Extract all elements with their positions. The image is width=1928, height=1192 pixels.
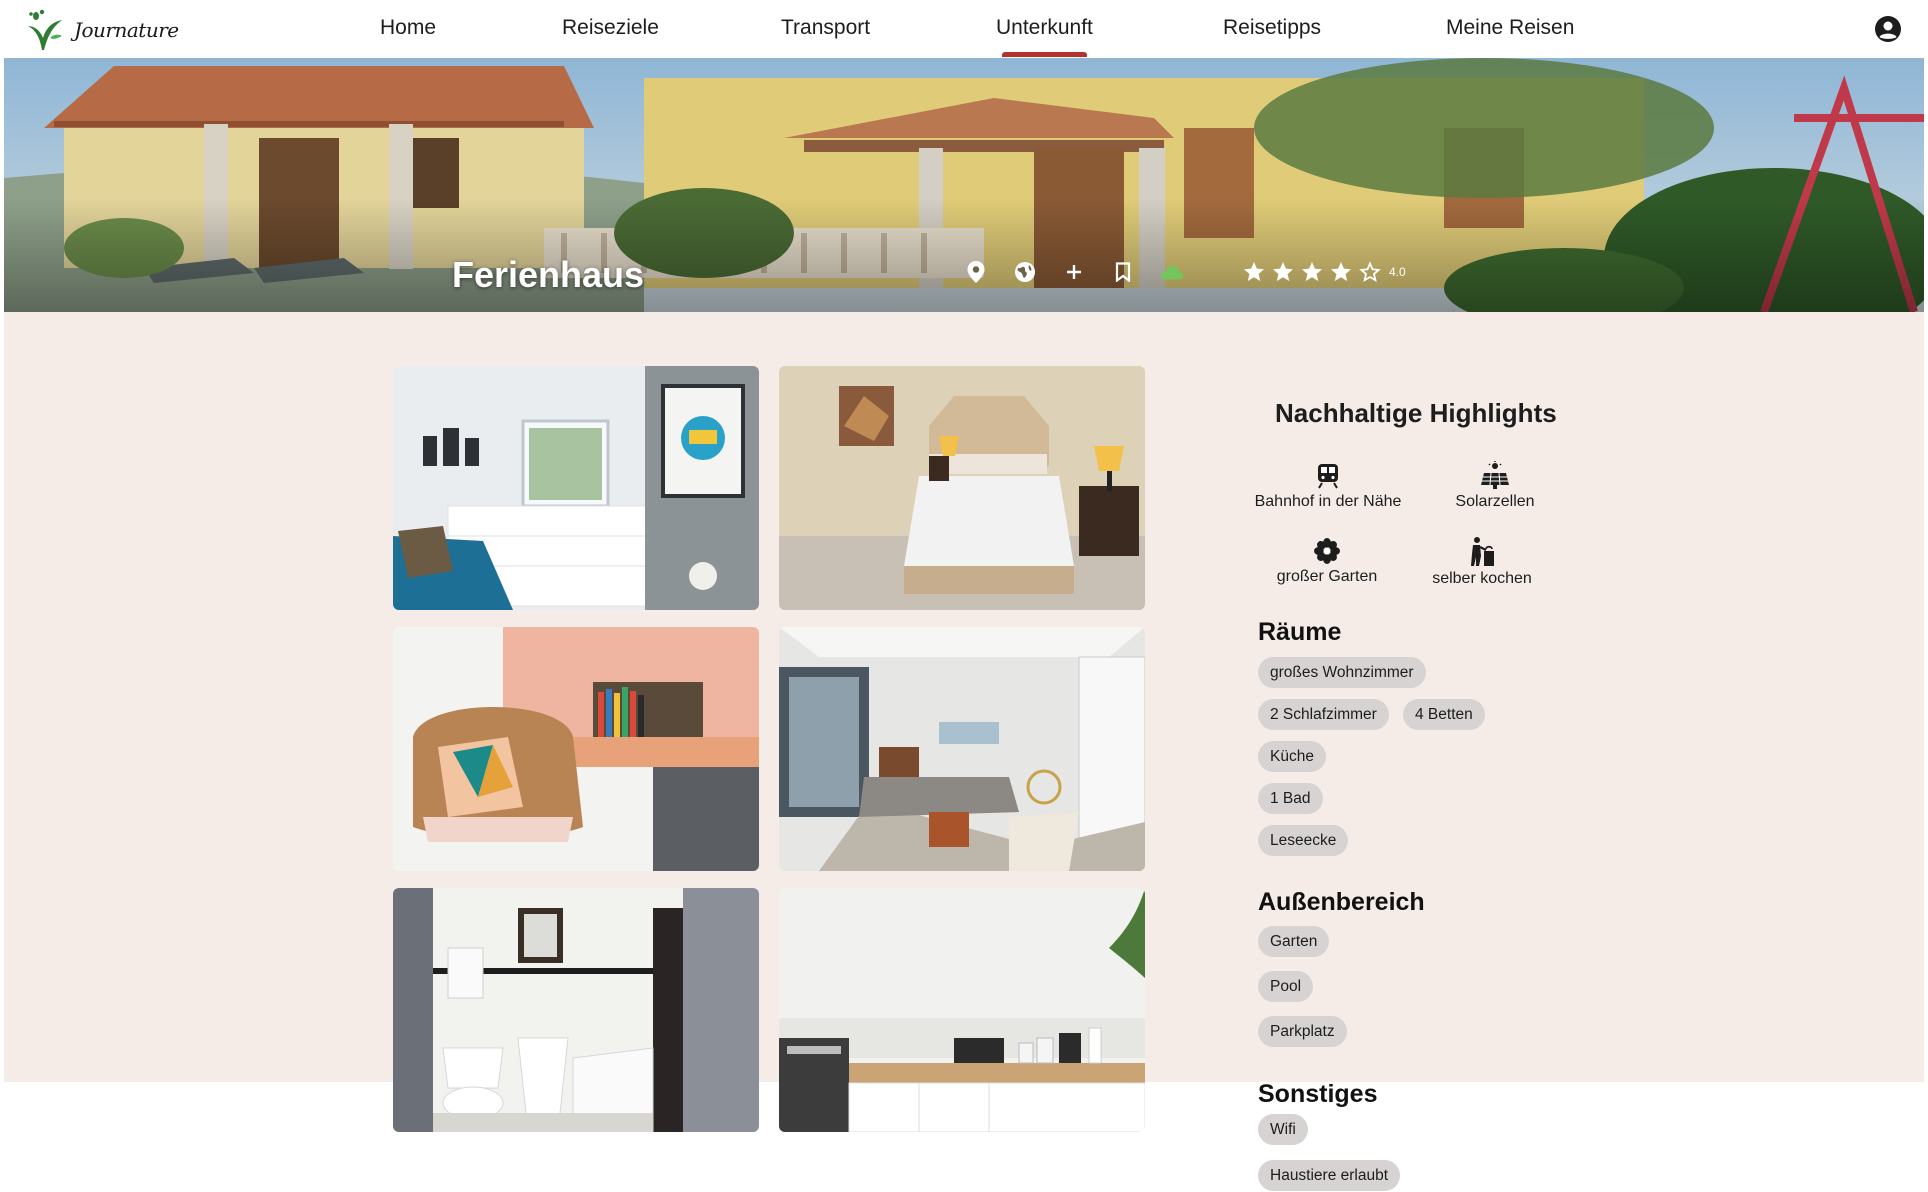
rooms-heading: Räume	[1258, 618, 1342, 646]
nav-meine-reisen[interactable]: Meine Reisen	[1446, 16, 1574, 40]
outdoor-tag[interactable]: Garten	[1258, 926, 1330, 957]
nav-reisetipps[interactable]: Reisetipps	[1223, 16, 1321, 40]
gallery-photo-bathroom[interactable]	[393, 888, 759, 1132]
rooms-tag[interactable]: 4 Betten	[1403, 699, 1485, 730]
rooms-tag[interactable]: Küche	[1258, 741, 1326, 772]
rooms-tag[interactable]: Leseecke	[1258, 825, 1349, 856]
page-title: Ferienhaus	[452, 254, 645, 295]
gallery-photo-living-room[interactable]	[779, 627, 1145, 871]
highlight-garden: großer Garten	[1247, 538, 1407, 586]
train-icon	[1318, 464, 1338, 489]
outdoor-tag[interactable]: Parkplatz	[1258, 1016, 1347, 1047]
rooms-tag[interactable]: großes Wohnzimmer	[1258, 657, 1426, 688]
plus-icon[interactable]	[1062, 260, 1086, 284]
gallery-photo-kitchen[interactable]	[779, 888, 1145, 1132]
gallery-photo-bedroom-white[interactable]	[393, 366, 759, 610]
outdoor-tag[interactable]: Pool	[1258, 971, 1314, 1002]
nav-transport[interactable]: Transport	[781, 16, 870, 40]
hero-action-bar	[964, 260, 1184, 284]
outdoor-heading: Außenbereich	[1258, 888, 1425, 916]
other-tag[interactable]: Haustiere erlaubt	[1258, 1160, 1401, 1191]
highlight-solar: Solarzellen	[1415, 461, 1575, 511]
star-outline-icon[interactable]	[1358, 260, 1382, 284]
star-filled-icon[interactable]	[1271, 260, 1295, 284]
star-filled-icon[interactable]	[1242, 260, 1266, 284]
rooms-tag[interactable]: 1 Bad	[1258, 783, 1323, 814]
other-tag[interactable]: Wifi	[1258, 1114, 1308, 1145]
highlight-train-station: Bahnhof in der Nähe	[1248, 463, 1408, 511]
highlight-label: Solarzellen	[1455, 493, 1535, 510]
rating-stars: 4.0	[1242, 260, 1406, 284]
nav-unterkunft[interactable]: Unterkunft	[996, 16, 1093, 57]
brand-name: Journature	[74, 18, 179, 42]
other-heading: Sonstiges	[1258, 1080, 1378, 1108]
cooking-person-icon	[1471, 537, 1494, 566]
bookmark-icon[interactable]	[1111, 260, 1135, 284]
highlight-label: großer Garten	[1276, 568, 1378, 585]
rooms-tag[interactable]: 2 Schlafzimmer	[1258, 699, 1389, 730]
star-filled-icon[interactable]	[1329, 260, 1353, 284]
highlight-label: selber kochen	[1432, 570, 1532, 587]
highlights-title: Nachhaltige Highlights	[1275, 398, 1557, 428]
gallery-photo-bedroom-beige[interactable]	[779, 366, 1145, 610]
star-filled-icon[interactable]	[1300, 260, 1324, 284]
nav-reiseziele[interactable]: Reiseziele	[562, 16, 659, 40]
solar-panel-icon	[1481, 461, 1509, 489]
highlight-self-cooking: selber kochen	[1402, 536, 1562, 588]
account-icon[interactable]	[1874, 15, 1902, 43]
brand-logo[interactable]: Journature	[20, 8, 179, 52]
rating-value: 4.0	[1389, 265, 1406, 279]
nav-home[interactable]: Home	[380, 16, 436, 40]
gallery-photo-reading-corner[interactable]	[393, 627, 759, 871]
location-pin-icon[interactable]	[964, 260, 988, 284]
footprint-leaf-icon	[28, 9, 62, 50]
highlight-label: Bahnhof in der Nähe	[1254, 493, 1402, 510]
globe-icon[interactable]	[1013, 260, 1037, 284]
top-navigation: Journature Home Reiseziele Transport Unt…	[4, 0, 1924, 58]
cloud-icon[interactable]	[1160, 260, 1184, 284]
flower-icon	[1314, 538, 1340, 564]
